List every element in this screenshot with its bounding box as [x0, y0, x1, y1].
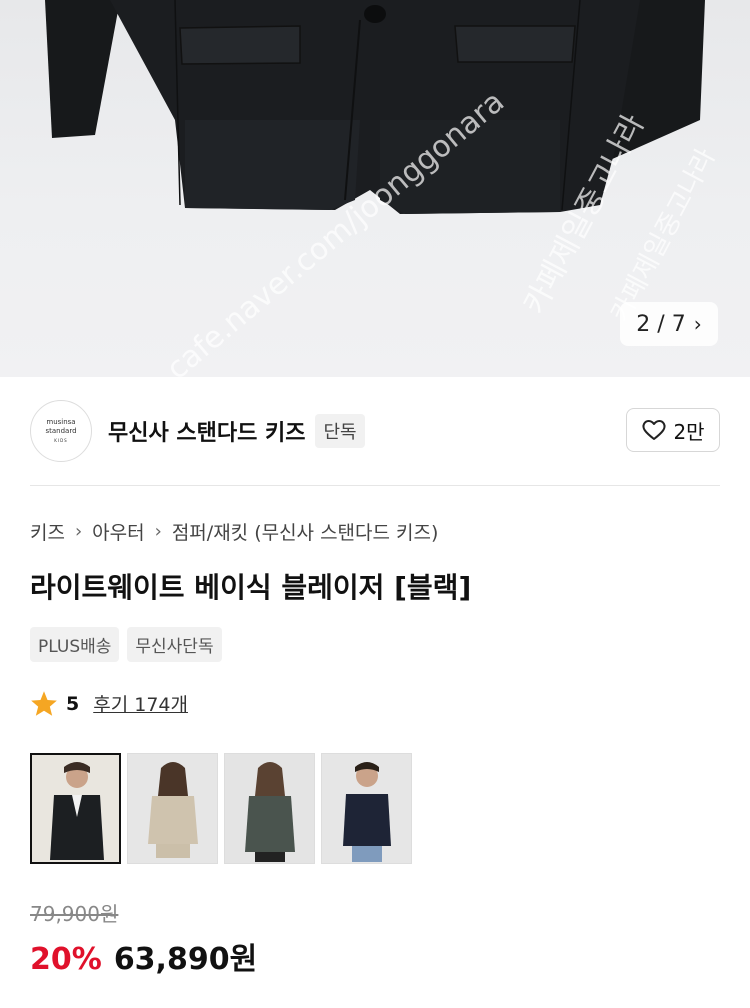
star-icon — [31, 691, 57, 716]
tag-exclusive: 무신사단독 — [127, 627, 222, 662]
brand-logo-text: musinsa — [46, 417, 76, 426]
product-title: 라이트웨이트 베이식 블레이저 [블랙] — [30, 571, 472, 604]
tag-plus-delivery: PLUS배송 — [30, 627, 120, 662]
variant-gray[interactable] — [224, 753, 315, 864]
discount-rate: 20% — [30, 942, 102, 977]
rating-score: 5 — [66, 692, 80, 715]
color-variant-list — [30, 753, 412, 864]
like-count: 2만 — [673, 419, 705, 444]
brand-logo[interactable]: musinsa standard KIDS — [30, 400, 92, 462]
image-counter-text: 2 / 7 — [636, 311, 686, 337]
brand-logo-text: standard — [45, 426, 77, 435]
reviews-link[interactable]: 후기 174개 — [93, 690, 188, 717]
breadcrumb: 키즈 › 아우터 › 점퍼/재킷 (무신사 스탠다드 키즈) — [30, 518, 438, 545]
like-button[interactable]: 2만 — [626, 408, 720, 452]
chevron-right-icon: › — [74, 521, 83, 542]
rating: 5 후기 174개 — [30, 690, 188, 717]
brand-logo-text: KIDS — [54, 437, 68, 443]
product-image-carousel[interactable]: cafe.naver.com/joonggonara 카페제일중고나라 카페제일… — [0, 0, 750, 377]
chevron-right-icon: › — [154, 521, 162, 542]
product-tags: PLUS배송 무신사단독 — [30, 627, 222, 662]
price-row: 20% 63,890원 — [30, 934, 257, 978]
breadcrumb-item-outer[interactable]: 아우터 — [92, 518, 144, 545]
variant-thumbnail — [128, 754, 217, 863]
divider — [30, 485, 720, 486]
variant-beige[interactable] — [127, 753, 218, 864]
brand-name-link[interactable]: 무신사 스탠다드 키즈 — [108, 415, 305, 447]
breadcrumb-item-kids[interactable]: 키즈 — [30, 518, 65, 545]
original-price: 79,900원 — [30, 902, 119, 926]
exclusive-badge: 단독 — [315, 414, 365, 448]
sale-price: 63,890원 — [113, 942, 258, 977]
image-counter-button[interactable]: 2 / 7 › — [620, 302, 718, 346]
variant-thumbnail — [32, 755, 119, 862]
chevron-right-icon: › — [693, 312, 702, 336]
variant-thumbnail — [322, 754, 411, 863]
heart-icon — [642, 420, 666, 440]
variant-black[interactable] — [30, 753, 121, 864]
variant-thumbnail — [225, 754, 314, 863]
brand-row: musinsa standard KIDS 무신사 스탠다드 키즈 단독 2만 — [30, 398, 720, 464]
variant-navy[interactable] — [321, 753, 412, 864]
breadcrumb-item-jacket[interactable]: 점퍼/재킷 (무신사 스탠다드 키즈) — [172, 518, 439, 545]
